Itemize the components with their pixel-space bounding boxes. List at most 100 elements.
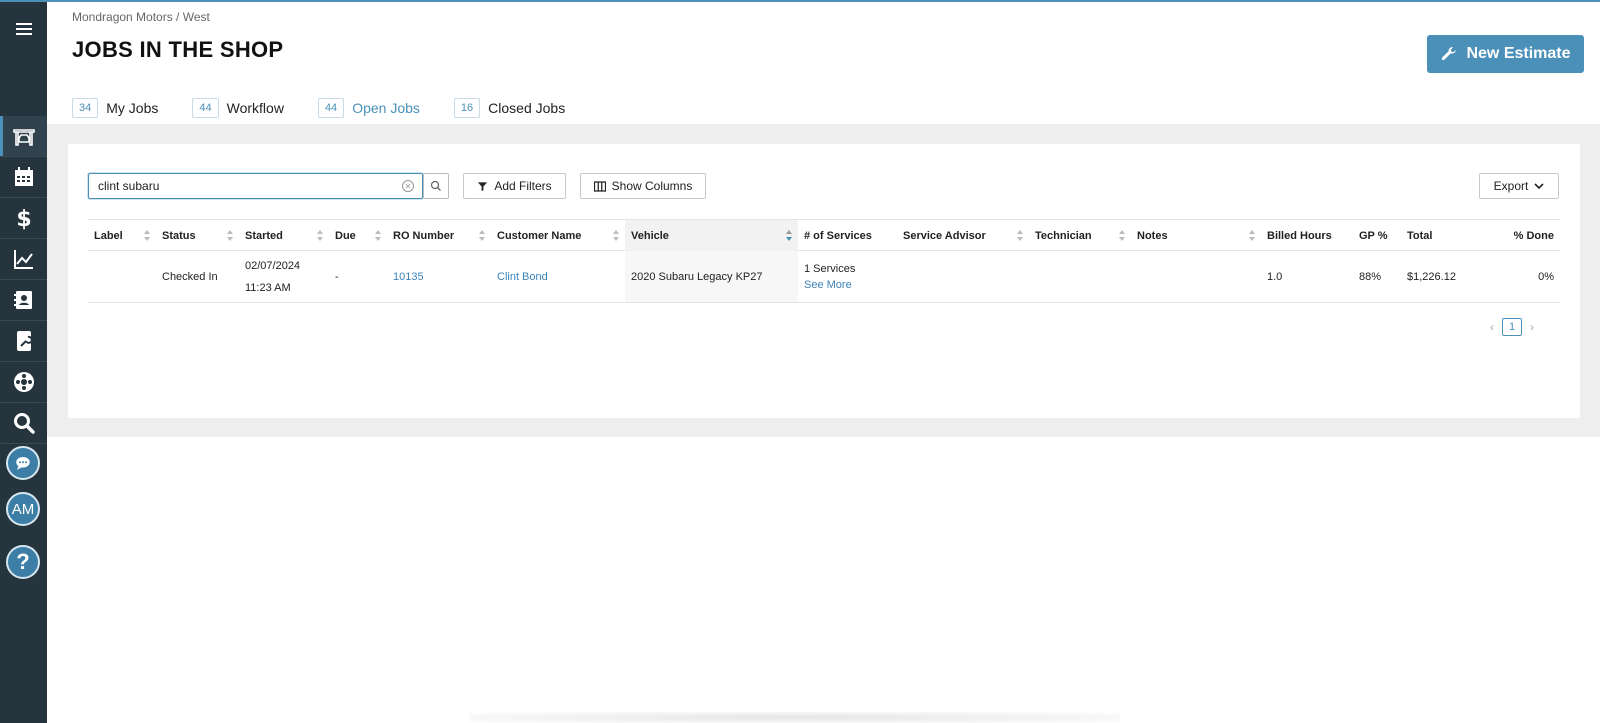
search-button[interactable] (423, 173, 449, 199)
cell-vehicle: 2020 Subaru Legacy KP27 (625, 251, 798, 302)
sidebar-item-search[interactable] (0, 403, 47, 444)
help-icon: ? (16, 549, 30, 574)
customer-name-link[interactable]: Clint Bond (497, 271, 548, 283)
column-label: Service Advisor (903, 229, 986, 242)
sort-icon (613, 230, 619, 241)
sort-asc-icon (786, 230, 792, 241)
sidebar-item-shop[interactable] (0, 116, 47, 157)
column-header-status[interactable]: Status (156, 220, 239, 251)
search-input[interactable] (98, 179, 393, 193)
sidebar-item-parts[interactable] (0, 321, 47, 362)
search-icon (13, 413, 35, 434)
add-filters-label: Add Filters (494, 179, 552, 193)
tab-label: Open Jobs (352, 100, 420, 116)
pagination: ‹ 1 › (1490, 318, 1534, 336)
column-label: Due (335, 229, 356, 242)
column-label: Vehicle (631, 229, 669, 242)
cell-started: 02/07/2024 11:23 AM (239, 251, 329, 302)
sidebar-item-tires[interactable] (0, 362, 47, 403)
tab-workflow[interactable]: 44 Workflow (192, 92, 284, 124)
cell-status: Checked In (162, 270, 218, 283)
column-label: % Done (1513, 229, 1554, 242)
sidebar-item-reports[interactable] (0, 239, 47, 280)
column-header-technician[interactable]: Technician (1029, 220, 1131, 251)
show-columns-label: Show Columns (611, 179, 693, 193)
calendar-icon (14, 167, 33, 186)
sidebar-item-billing[interactable]: $ (0, 198, 47, 239)
clear-icon[interactable]: ✕ (402, 180, 414, 192)
new-estimate-button[interactable]: New Estimate (1427, 35, 1584, 73)
column-label: Notes (1137, 229, 1168, 242)
help-button[interactable]: ? (6, 545, 40, 579)
contacts-icon (13, 291, 32, 309)
search-field[interactable]: ✕ (88, 173, 423, 199)
sort-icon (144, 230, 150, 241)
column-label: GP % (1359, 229, 1388, 242)
sort-icon (1249, 230, 1255, 241)
column-label: # of Services (804, 229, 872, 242)
column-header-notes[interactable]: Notes (1131, 220, 1261, 251)
jobs-table: Label Status Started Due RO Number Custo… (88, 219, 1560, 303)
column-label: Total (1407, 229, 1433, 242)
column-header-vehicle[interactable]: Vehicle (625, 220, 798, 251)
cell-billed-hours: 1.0 (1267, 270, 1283, 283)
export-dropdown[interactable]: Export (1479, 173, 1559, 199)
menu-button[interactable] (0, 10, 47, 48)
sort-icon (227, 230, 233, 241)
cell-customer-name: Clint Bond (491, 251, 625, 302)
chat-button[interactable] (6, 446, 40, 480)
column-header-ro-number[interactable]: RO Number (387, 220, 491, 251)
ro-number-link[interactable]: 10135 (393, 271, 424, 283)
cell-ro-number: 10135 (387, 251, 491, 302)
tab-label: Closed Jobs (488, 100, 566, 116)
filter-icon (478, 181, 488, 191)
column-header-service-advisor[interactable]: Service Advisor (897, 220, 1029, 251)
table-row[interactable]: Checked In 02/07/2024 11:23 AM - 10135 C… (88, 251, 1560, 303)
show-columns-button[interactable]: Show Columns (580, 173, 706, 199)
cell-label (88, 251, 156, 302)
column-header-label[interactable]: Label (88, 220, 156, 251)
page-number[interactable]: 1 (1502, 318, 1522, 336)
export-label: Export (1493, 179, 1529, 193)
sort-icon (1119, 230, 1125, 241)
table-header: Label Status Started Due RO Number Custo… (88, 219, 1560, 251)
sidebar-item-customers[interactable] (0, 280, 47, 321)
column-label: Status (162, 229, 196, 242)
column-header-total: Total (1401, 220, 1483, 251)
column-label: Technician (1035, 229, 1092, 242)
cell-due: - (335, 270, 339, 283)
cell-notes (1131, 251, 1261, 302)
tab-label: My Jobs (106, 100, 159, 116)
chat-icon (16, 457, 30, 470)
job-tabs: 34 My Jobs 44 Workflow 44 Open Jobs 16 C… (72, 92, 599, 127)
see-more-link[interactable]: See More (804, 277, 852, 293)
dollar-icon: $ (16, 207, 31, 230)
cell-total: $1,226.12 (1407, 270, 1456, 283)
tab-my-jobs[interactable]: 34 My Jobs (72, 92, 158, 124)
add-filters-button[interactable]: Add Filters (463, 173, 566, 199)
user-avatar[interactable]: AM (6, 492, 40, 526)
column-header-customer-name[interactable]: Customer Name (491, 220, 625, 251)
shop-lift-icon (12, 129, 35, 146)
jobs-panel: ✕ Add Filters Show Columns Export Label … (68, 144, 1580, 418)
sidebar: $ AM ? (0, 2, 47, 723)
column-header-started[interactable]: Started (239, 220, 329, 251)
column-header-percent-done: % Done (1483, 220, 1560, 251)
tab-open-jobs[interactable]: 44 Open Jobs (317, 92, 420, 127)
next-page-icon[interactable]: › (1530, 320, 1534, 334)
column-header-due[interactable]: Due (329, 220, 387, 251)
cell-services: 1 Services See More (798, 251, 897, 302)
columns-icon (593, 180, 606, 192)
column-label: Started (245, 229, 283, 242)
prev-page-icon[interactable]: ‹ (1490, 320, 1494, 334)
cell-gp-percent: 88% (1359, 270, 1382, 283)
column-header-billed-hours: Billed Hours (1261, 220, 1353, 251)
page-title: JOBS IN THE SHOP (72, 37, 284, 62)
top-accent-line (0, 0, 1600, 2)
sidebar-item-calendar[interactable] (0, 157, 47, 198)
tab-closed-jobs[interactable]: 16 Closed Jobs (453, 92, 566, 124)
breadcrumb[interactable]: Mondragon Motors / West (72, 10, 210, 24)
wrench-icon (1442, 47, 1457, 61)
tab-label: Workflow (226, 100, 284, 116)
services-count: 1 Services (804, 262, 856, 275)
